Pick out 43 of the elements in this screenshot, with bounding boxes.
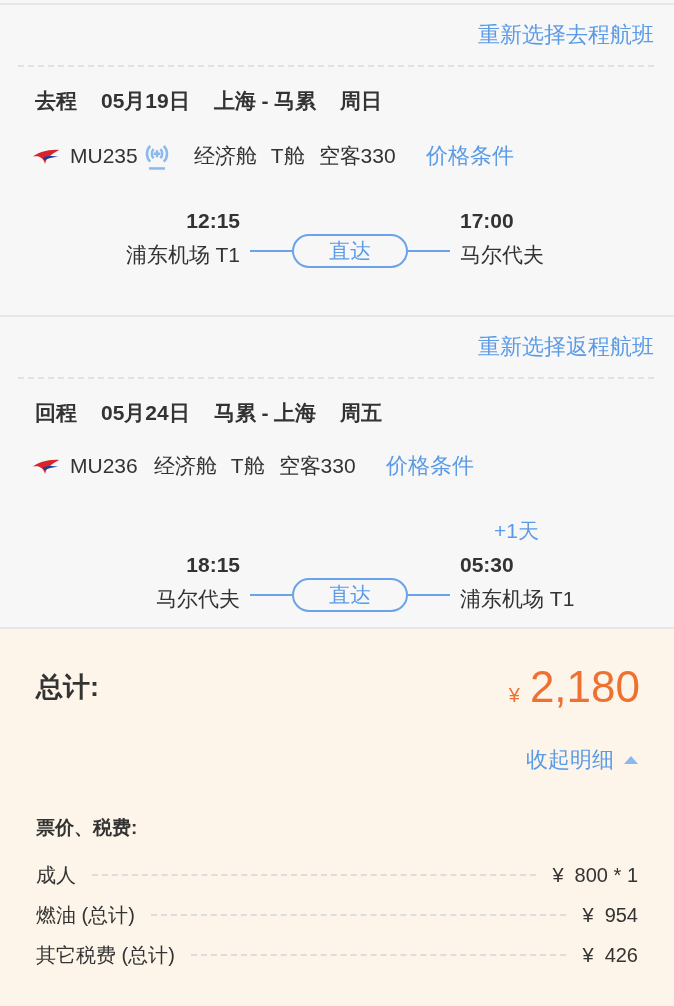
price-rules-link[interactable]: 价格条件 — [425, 141, 514, 171]
flight-number: MU236 — [70, 454, 138, 478]
total-price: 2,180 — [529, 662, 640, 712]
caret-icon — [624, 756, 638, 764]
aircraft-text: 空客330 — [318, 143, 396, 169]
route-text: 上海 - 马累 — [213, 88, 317, 114]
arrival-time: 05:30 — [460, 553, 514, 577]
flight-number: MU235 — [70, 144, 138, 168]
fee-label: 燃油 (总计) — [36, 902, 135, 928]
departure-airport: 浦东机场 T1 — [125, 242, 240, 268]
direction-label: 回程 — [35, 400, 77, 426]
weekday-text: 周五 — [340, 400, 383, 426]
flight-date: 05月19日 — [101, 88, 190, 114]
fare-class-text: T舱 — [270, 143, 305, 169]
departure-time: 12:15 — [186, 209, 240, 233]
cabin-text: 经济舱 — [193, 143, 257, 169]
arrival-airport: 浦东机场 T1 — [460, 586, 575, 612]
nonstop-badge: 直达 — [292, 234, 408, 268]
departure-airport: 马尔代夫 — [156, 586, 240, 612]
collapse-details-link[interactable]: 收起明细 — [526, 745, 638, 775]
flight-date: 05月24日 — [101, 400, 190, 426]
fee-label: 其它税费 (总计) — [36, 942, 175, 968]
fee-amount: ¥ 426 — [582, 943, 638, 967]
price-rules-link[interactable]: 价格条件 — [385, 451, 474, 481]
route-text: 马累 - 上海 — [213, 400, 317, 426]
fee-label: 成人 — [36, 862, 76, 888]
departure-time: 18:15 — [186, 553, 240, 577]
fare-class-text: T舱 — [230, 453, 265, 479]
cabin-text: 经济舱 — [153, 453, 217, 479]
direction-label: 去程 — [35, 88, 77, 114]
fee-amount: ¥ 954 — [582, 903, 638, 927]
arrival-time: 17:00 — [460, 209, 514, 233]
aircraft-text: 空客330 — [278, 453, 356, 479]
fee-amount: ¥ 800 * 1 — [552, 863, 638, 887]
total-label: 总计: — [36, 671, 99, 704]
nonstop-badge: 直达 — [292, 578, 408, 612]
change-flight-link[interactable]: 重新选择去程航班 — [478, 20, 654, 50]
currency-symbol: ¥ — [508, 684, 520, 707]
fees-title: 票价、税费: — [36, 816, 139, 840]
change-flight-link[interactable]: 重新选择返程航班 — [478, 332, 654, 362]
arrival-airport: 马尔代夫 — [460, 242, 544, 268]
weekday-text: 周日 — [340, 88, 383, 114]
next-day-label: +1天 — [494, 518, 539, 544]
